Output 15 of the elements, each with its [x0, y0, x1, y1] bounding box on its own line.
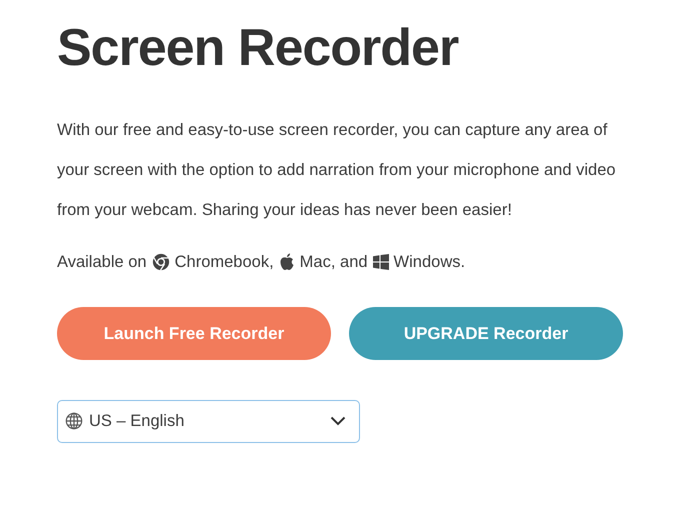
platform-label: Mac, and — [300, 252, 368, 273]
windows-icon — [372, 254, 389, 270]
recorder-button[interactable]: Launch Free Recorder — [57, 306, 331, 360]
platform-label: Windows. — [394, 252, 466, 273]
language-select[interactable]: US – English — [57, 400, 360, 443]
availability-text: Available on — [57, 252, 147, 273]
chevron-down-icon — [330, 416, 346, 426]
platform-label: Chromebook, — [174, 252, 274, 273]
globe-icon — [65, 412, 83, 430]
language-value: US – English — [89, 410, 186, 432]
apple-icon — [278, 253, 295, 272]
recorder-button[interactable]: UPGRADE Recorder — [349, 306, 623, 360]
chrome-icon — [152, 253, 170, 272]
page-title: Screen Recorder — [57, 18, 458, 78]
description-text: With our free and easy-to-use screen recorder, you can capture any area of your screen with the option to add narration from your microphone and video from your webcam. Sharing your ideas has never been easier! — [57, 120, 617, 221]
